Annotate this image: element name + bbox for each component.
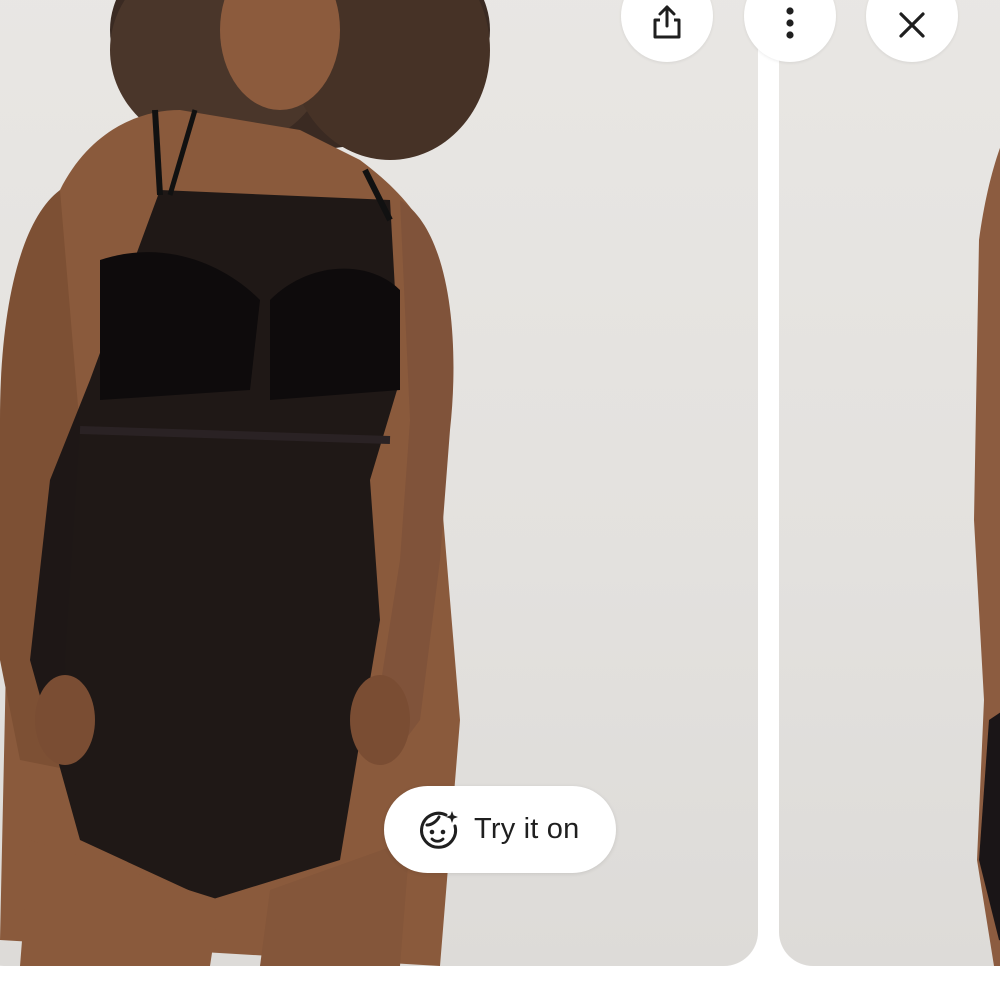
next-image-card[interactable] [779, 0, 1000, 966]
next-product-photo [974, 148, 1000, 966]
face-sparkle-icon [420, 810, 458, 849]
close-icon [899, 12, 925, 38]
product-photo [0, 0, 490, 966]
share-icon [653, 5, 681, 39]
try-it-on-label: Try it on [474, 813, 580, 845]
try-it-on-button[interactable]: Try it on [384, 786, 616, 873]
image-viewer: Try it on [0, 0, 1000, 1000]
product-image-card[interactable] [0, 0, 758, 966]
more-vertical-icon [786, 7, 794, 39]
